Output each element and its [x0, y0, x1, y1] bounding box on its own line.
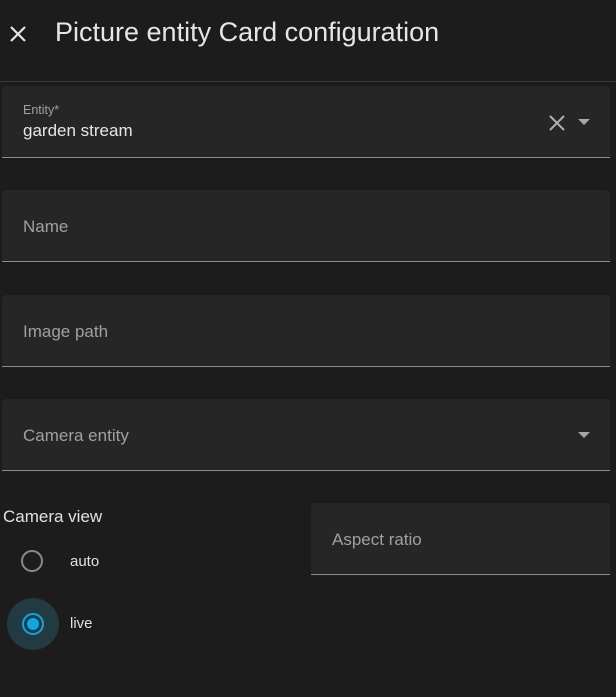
image-path-field[interactable]: Image path: [2, 295, 610, 367]
name-field[interactable]: Name: [2, 190, 610, 262]
camera-entity-field[interactable]: Camera entity: [2, 399, 610, 471]
entity-value: garden stream: [23, 121, 133, 140]
camera-entity-placeholder: Camera entity: [23, 426, 129, 445]
name-placeholder: Name: [23, 217, 69, 236]
dropdown-arrow-icon[interactable]: [578, 432, 590, 438]
aspect-ratio-field[interactable]: Aspect ratio: [311, 503, 610, 575]
radio-live-dot: [27, 618, 39, 630]
dropdown-arrow-icon[interactable]: [578, 119, 590, 125]
radio-live-label[interactable]: live: [70, 615, 93, 632]
header-divider: [0, 81, 616, 82]
radio-auto-label[interactable]: auto: [70, 553, 99, 570]
radio-auto[interactable]: [21, 550, 43, 572]
entity-label: Entity*: [23, 103, 60, 117]
camera-view-label: Camera view: [3, 507, 103, 526]
radio-live[interactable]: [22, 613, 44, 635]
page-title: Picture entity Card configuration: [55, 17, 440, 47]
entity-field[interactable]: Entity* garden stream: [2, 86, 610, 158]
image-path-placeholder: Image path: [23, 322, 109, 341]
aspect-ratio-placeholder: Aspect ratio: [332, 530, 422, 549]
close-icon[interactable]: [6, 22, 30, 46]
clear-icon[interactable]: [548, 114, 566, 132]
